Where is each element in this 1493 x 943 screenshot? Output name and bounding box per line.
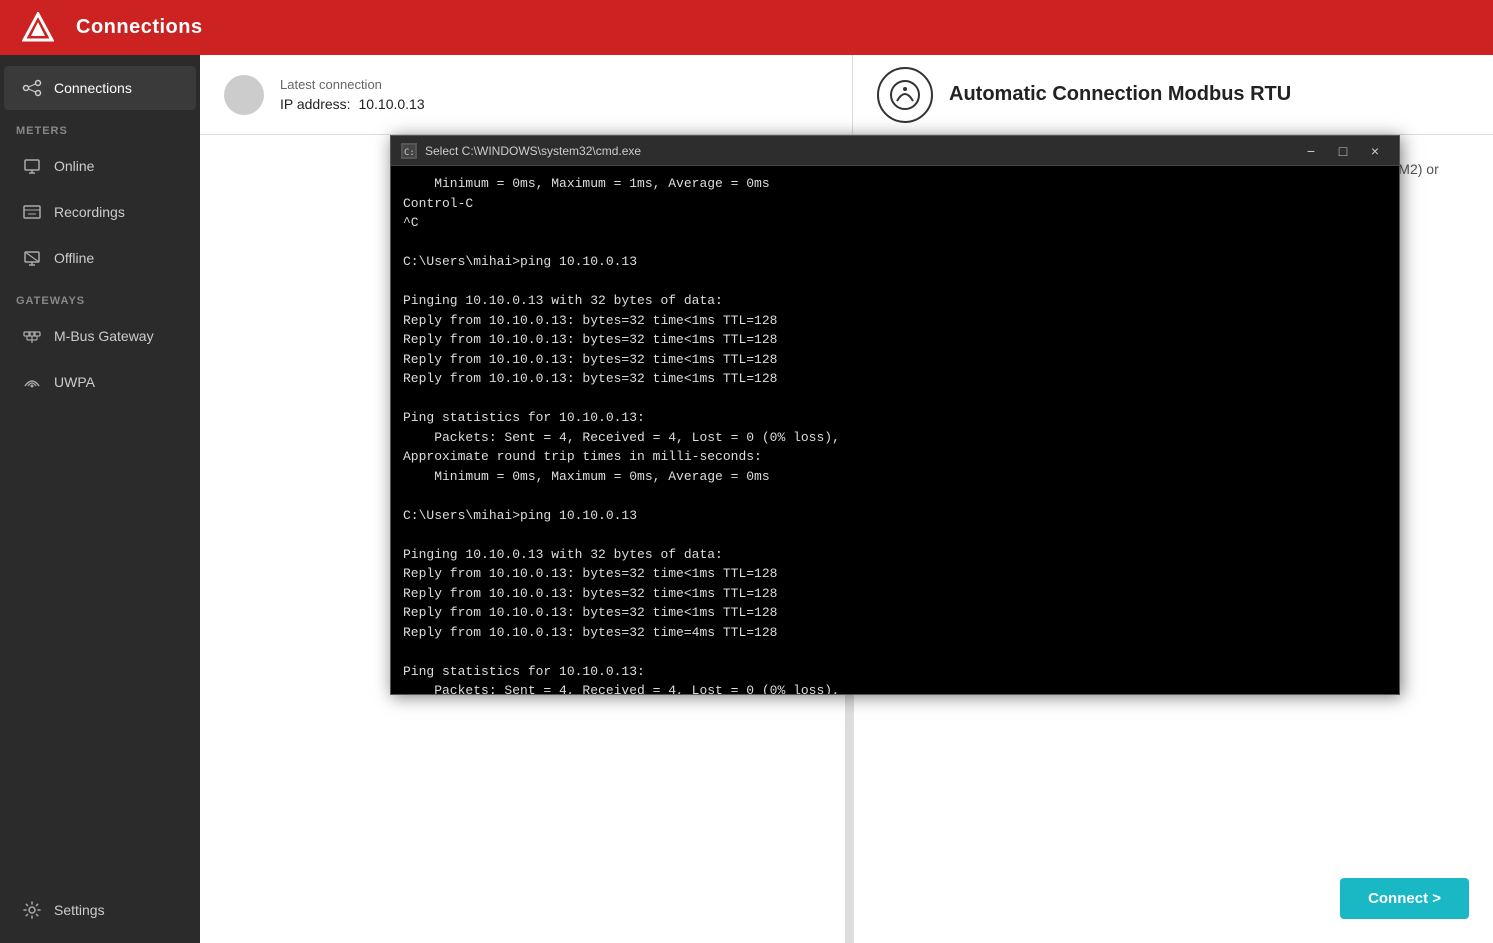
terminal-line	[403, 525, 1387, 545]
modbus-title-section: Automatic Connection Modbus RTU	[853, 55, 1493, 134]
terminal-line: Packets: Sent = 4, Received = 4, Lost = …	[403, 681, 1387, 694]
terminal-line: Reply from 10.10.0.13: bytes=32 time<1ms…	[403, 369, 1387, 389]
terminal-restore-button[interactable]: □	[1329, 140, 1357, 162]
terminal-line: Ping statistics for 10.10.0.13:	[403, 662, 1387, 682]
terminal-line: Reply from 10.10.0.13: bytes=32 time<1ms…	[403, 330, 1387, 350]
terminal-line: Reply from 10.10.0.13: bytes=32 time<1ms…	[403, 584, 1387, 604]
sidebar-bottom: Settings	[0, 887, 200, 943]
mbus-gateway-icon	[20, 324, 44, 348]
app-logo	[20, 10, 56, 46]
sidebar-item-recordings[interactable]: Recordings	[4, 190, 196, 234]
terminal-minimize-button[interactable]: −	[1297, 140, 1325, 162]
terminal-line	[403, 233, 1387, 253]
sidebar-offline-label: Offline	[54, 250, 94, 266]
terminal-line	[403, 486, 1387, 506]
terminal-line	[403, 642, 1387, 662]
terminal-line: Minimum = 0ms, Maximum = 1ms, Average = …	[403, 174, 1387, 194]
sidebar-item-online[interactable]: Online	[4, 144, 196, 188]
terminal-window[interactable]: C: Select C:\WINDOWS\system32\cmd.exe − …	[390, 135, 1400, 695]
sidebar-uwpa-label: UWPA	[54, 374, 95, 390]
terminal-line	[403, 272, 1387, 292]
terminal-line: Reply from 10.10.0.13: bytes=32 time<1ms…	[403, 311, 1387, 331]
sidebar-recordings-label: Recordings	[54, 204, 125, 220]
top-content-row: Latest connection IP address: 10.10.0.13	[200, 55, 1493, 135]
sidebar-item-settings[interactable]: Settings	[4, 888, 196, 932]
terminal-line: Pinging 10.10.0.13 with 32 bytes of data…	[403, 291, 1387, 311]
connection-avatar	[224, 75, 264, 115]
terminal-titlebar-icon: C:	[401, 143, 417, 159]
offline-icon	[20, 246, 44, 270]
terminal-line: C:\Users\mihai>ping 10.10.0.13	[403, 506, 1387, 526]
sidebar-item-connections[interactable]: Connections	[4, 66, 196, 110]
terminal-line: C:\Users\mihai>ping 10.10.0.13	[403, 252, 1387, 272]
sidebar-item-uwpa[interactable]: UWPA	[4, 360, 196, 404]
latest-connection-label: Latest connection	[280, 77, 425, 92]
meters-section-label: METERS	[0, 111, 200, 143]
sidebar-item-offline[interactable]: Offline	[4, 236, 196, 280]
sidebar-connections-label: Connections	[54, 80, 132, 96]
page-title: Connections	[76, 16, 203, 39]
terminal-titlebar: C: Select C:\WINDOWS\system32\cmd.exe − …	[391, 136, 1399, 166]
sidebar-item-mbus-gateway[interactable]: M-Bus Gateway	[4, 314, 196, 358]
connections-icon	[20, 76, 44, 100]
terminal-line: Packets: Sent = 4, Received = 4, Lost = …	[403, 428, 1387, 448]
terminal-line	[403, 389, 1387, 409]
terminal-line: Approximate round trip times in milli-se…	[403, 447, 1387, 467]
top-header: Connections	[0, 0, 1493, 55]
online-icon	[20, 154, 44, 178]
sidebar: Connections METERS Online	[0, 55, 200, 943]
terminal-line: Control-C	[403, 194, 1387, 214]
terminal-line: Minimum = 0ms, Maximum = 0ms, Average = …	[403, 467, 1387, 487]
terminal-line: ^C	[403, 213, 1387, 233]
modbus-panel-title: Automatic Connection Modbus RTU	[949, 83, 1291, 106]
terminal-title-text: Select C:\WINDOWS\system32\cmd.exe	[425, 144, 1297, 158]
recordings-icon	[20, 200, 44, 224]
terminal-line: Reply from 10.10.0.13: bytes=32 time=4ms…	[403, 623, 1387, 643]
terminal-line: Reply from 10.10.0.13: bytes=32 time<1ms…	[403, 564, 1387, 584]
terminal-line: Reply from 10.10.0.13: bytes=32 time<1ms…	[403, 350, 1387, 370]
terminal-line: Reply from 10.10.0.13: bytes=32 time<1ms…	[403, 603, 1387, 623]
uwpa-icon	[20, 370, 44, 394]
terminal-close-button[interactable]: ×	[1361, 140, 1389, 162]
sidebar-settings-label: Settings	[54, 902, 105, 918]
latest-connection-info: Latest connection IP address: 10.10.0.13	[280, 77, 425, 112]
latest-connection-section: Latest connection IP address: 10.10.0.13	[200, 55, 853, 134]
main-layout: Connections METERS Online	[0, 55, 1493, 943]
terminal-line: Ping statistics for 10.10.0.13:	[403, 408, 1387, 428]
gateways-section-label: GATEWAYS	[0, 281, 200, 313]
svg-text:C:: C:	[404, 148, 415, 157]
terminal-line: Pinging 10.10.0.13 with 32 bytes of data…	[403, 545, 1387, 565]
terminal-content[interactable]: Minimum = 0ms, Maximum = 1ms, Average = …	[391, 166, 1399, 694]
sidebar-online-label: Online	[54, 158, 94, 174]
terminal-window-controls: − □ ×	[1297, 140, 1389, 162]
modbus-icon	[877, 67, 933, 123]
settings-icon	[20, 898, 44, 922]
connect-button[interactable]: Connect >	[1340, 878, 1469, 919]
sidebar-mbus-label: M-Bus Gateway	[54, 328, 154, 344]
latest-connection-ip: IP address: 10.10.0.13	[280, 96, 425, 112]
content-area: Latest connection IP address: 10.10.0.13	[200, 55, 1493, 943]
